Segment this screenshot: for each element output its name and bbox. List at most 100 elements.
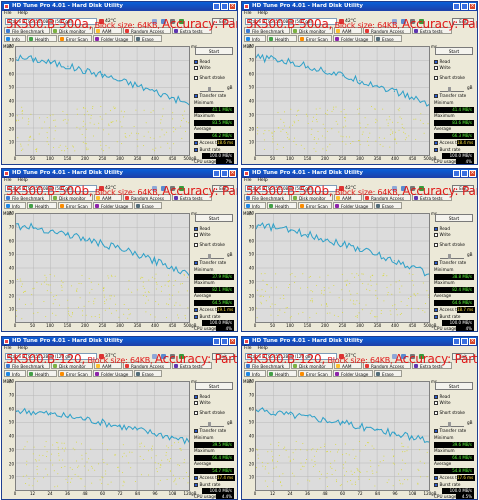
slider-thumb[interactable] (208, 87, 211, 92)
checkbox-box[interactable] (194, 233, 198, 237)
checkbox-box[interactable] (434, 308, 438, 312)
checkbox-box[interactable] (434, 429, 438, 433)
checkbox-box[interactable] (434, 66, 438, 70)
checkbox-box[interactable] (434, 94, 438, 98)
tab-erase[interactable]: Erase (374, 370, 402, 377)
transfer-rate-checkbox[interactable]: Transfer rate (194, 93, 226, 99)
tab-health[interactable]: Health (267, 370, 297, 377)
checkbox-box[interactable] (434, 76, 438, 80)
checkbox-box[interactable] (434, 315, 438, 319)
tab-erase[interactable]: Erase (374, 35, 402, 42)
checkbox-box[interactable] (194, 243, 198, 247)
short-stroke-checkbox[interactable]: Short stroke (194, 410, 225, 416)
short-stroke-slider[interactable] (440, 254, 464, 259)
close-button[interactable]: × (469, 338, 476, 345)
slider-thumb[interactable] (448, 87, 451, 92)
tab-erase[interactable]: Erase (134, 35, 162, 42)
tab-folder-usage[interactable]: Folder Usage (93, 35, 133, 42)
tab-folder-usage[interactable]: Folder Usage (93, 202, 133, 209)
close-button[interactable]: × (229, 170, 236, 177)
tab-folder-usage[interactable]: Folder Usage (333, 35, 373, 42)
checkbox-box[interactable] (434, 476, 438, 480)
minimize-button[interactable] (213, 338, 220, 345)
start-button[interactable]: Start (195, 47, 233, 55)
tab-health[interactable]: Health (267, 202, 297, 209)
maximize-button[interactable] (221, 3, 228, 10)
write-checkbox[interactable]: Write (194, 400, 211, 406)
minimize-button[interactable] (453, 338, 460, 345)
tab-error-scan[interactable]: Error Scan (58, 370, 92, 377)
minimize-button[interactable] (453, 3, 460, 10)
tab-health[interactable]: Health (27, 202, 57, 209)
minimize-button[interactable] (213, 170, 220, 177)
checkbox-box[interactable] (194, 94, 198, 98)
checkbox-box[interactable] (194, 76, 198, 80)
short-stroke-checkbox[interactable]: Short stroke (434, 410, 465, 416)
close-button[interactable]: × (469, 3, 476, 10)
short-stroke-checkbox[interactable]: Short stroke (434, 75, 465, 81)
tab-folder-usage[interactable]: Folder Usage (333, 370, 373, 377)
start-button[interactable]: Start (435, 382, 473, 390)
checkbox-box[interactable] (434, 483, 438, 487)
transfer-rate-checkbox[interactable]: Transfer rate (194, 428, 226, 434)
tab-erase[interactable]: Erase (134, 202, 162, 209)
tab-error-scan[interactable]: Error Scan (298, 370, 332, 377)
checkbox-box[interactable] (434, 233, 438, 237)
slider-thumb[interactable] (448, 254, 451, 259)
tab-error-scan[interactable]: Error Scan (58, 202, 92, 209)
tab-info[interactable]: Info (244, 202, 266, 209)
tab-info[interactable]: Info (244, 35, 266, 42)
start-button[interactable]: Start (435, 47, 473, 55)
tab-folder-usage[interactable]: Folder Usage (93, 370, 133, 377)
tab-health[interactable]: Health (27, 370, 57, 377)
short-stroke-checkbox[interactable]: Short stroke (194, 242, 225, 248)
transfer-rate-checkbox[interactable]: Transfer rate (434, 260, 466, 266)
checkbox-box[interactable] (194, 401, 198, 405)
short-stroke-slider[interactable] (440, 87, 464, 92)
start-button[interactable]: Start (435, 214, 473, 222)
tab-erase[interactable]: Erase (374, 202, 402, 209)
checkbox-box[interactable] (194, 483, 198, 487)
slider-thumb[interactable] (208, 254, 211, 259)
tab-error-scan[interactable]: Error Scan (298, 35, 332, 42)
short-stroke-slider[interactable] (200, 254, 224, 259)
short-stroke-slider[interactable] (440, 422, 464, 427)
checkbox-box[interactable] (434, 411, 438, 415)
slider-thumb[interactable] (208, 422, 211, 427)
checkbox-box[interactable] (194, 411, 198, 415)
write-checkbox[interactable]: Write (194, 232, 211, 238)
checkbox-box[interactable] (434, 243, 438, 247)
tab-error-scan[interactable]: Error Scan (58, 35, 92, 42)
short-stroke-checkbox[interactable]: Short stroke (434, 242, 465, 248)
slider-thumb[interactable] (448, 422, 451, 427)
short-stroke-checkbox[interactable]: Short stroke (194, 75, 225, 81)
transfer-rate-checkbox[interactable]: Transfer rate (194, 260, 226, 266)
write-checkbox[interactable]: Write (194, 65, 211, 71)
checkbox-box[interactable] (434, 148, 438, 152)
tab-folder-usage[interactable]: Folder Usage (333, 202, 373, 209)
start-button[interactable]: Start (195, 214, 233, 222)
checkbox-box[interactable] (194, 476, 198, 480)
tab-error-scan[interactable]: Error Scan (298, 202, 332, 209)
minimize-button[interactable] (453, 170, 460, 177)
checkbox-box[interactable] (194, 60, 198, 64)
start-button[interactable]: Start (195, 382, 233, 390)
transfer-rate-checkbox[interactable]: Transfer rate (434, 93, 466, 99)
close-button[interactable]: × (229, 338, 236, 345)
checkbox-box[interactable] (194, 315, 198, 319)
short-stroke-slider[interactable] (200, 87, 224, 92)
tab-info[interactable]: Info (244, 370, 266, 377)
checkbox-box[interactable] (194, 395, 198, 399)
checkbox-box[interactable] (434, 401, 438, 405)
tab-info[interactable]: Info (4, 202, 26, 209)
close-button[interactable]: × (229, 3, 236, 10)
tab-health[interactable]: Health (267, 35, 297, 42)
checkbox-box[interactable] (434, 227, 438, 231)
checkbox-box[interactable] (434, 261, 438, 265)
checkbox-box[interactable] (194, 227, 198, 231)
tab-health[interactable]: Health (27, 35, 57, 42)
checkbox-box[interactable] (194, 148, 198, 152)
maximize-button[interactable] (461, 3, 468, 10)
transfer-rate-checkbox[interactable]: Transfer rate (434, 428, 466, 434)
checkbox-box[interactable] (194, 429, 198, 433)
